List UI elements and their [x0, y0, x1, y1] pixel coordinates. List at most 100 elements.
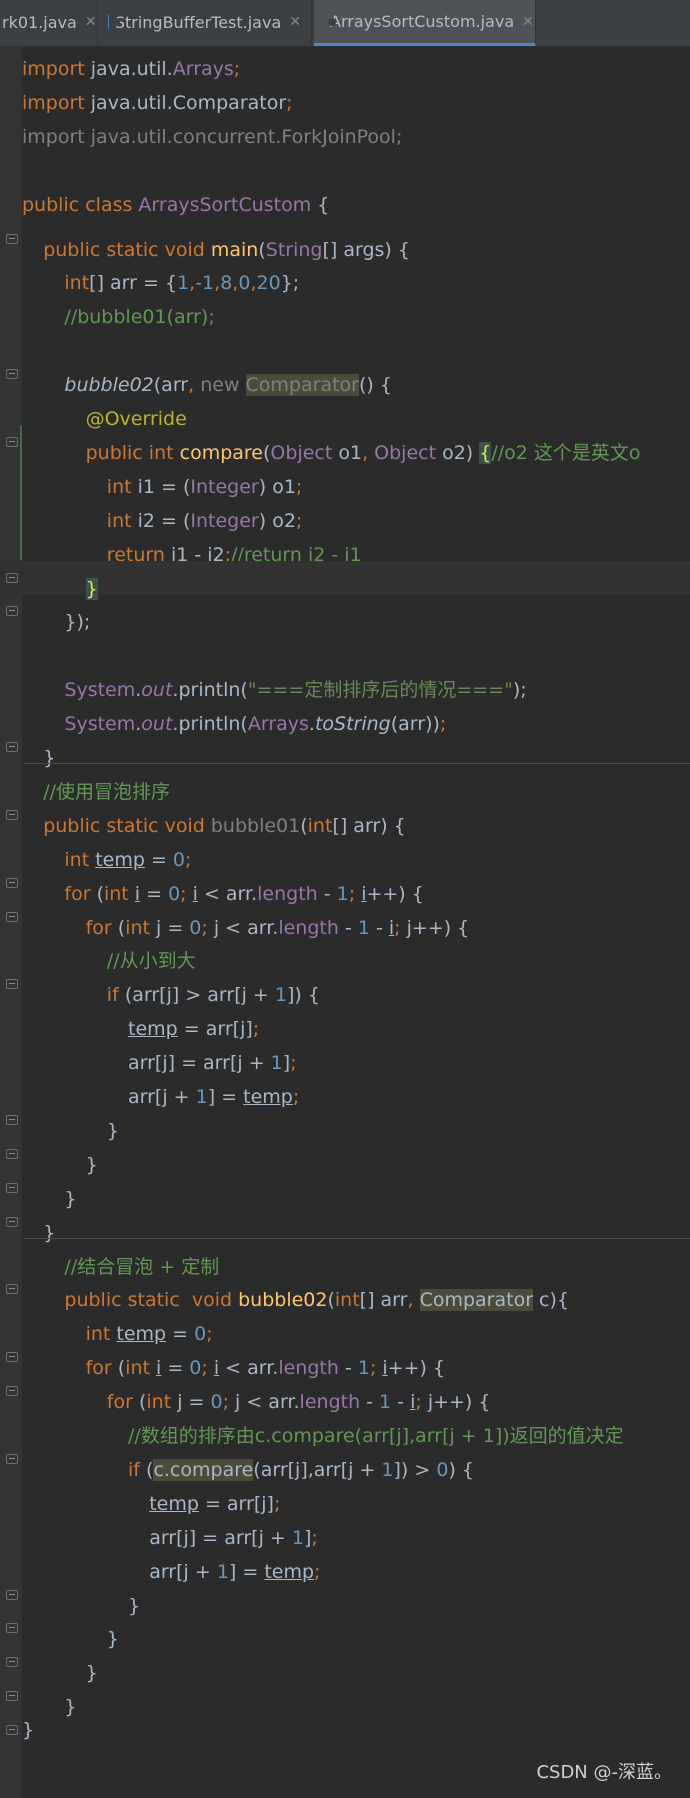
code-line[interactable]: }	[0, 1205, 690, 1244]
code-token: import java.util.concurrent.ForkJoinPool…	[22, 125, 403, 148]
code-line[interactable]: }	[0, 1611, 690, 1650]
close-icon[interactable]: ✕	[289, 14, 301, 30]
code-line[interactable]: public static void main(String[] args) {	[0, 222, 690, 261]
code-line[interactable]	[0, 323, 690, 357]
fold-toggle-icon[interactable]	[6, 1352, 18, 1363]
code-line[interactable]: }	[0, 1578, 690, 1617]
code-line[interactable]: System.out.println(Arrays.toString(arr))…	[0, 696, 690, 735]
code-line[interactable]: }	[0, 560, 690, 600]
code-line[interactable]: arr[j] = arr[j + 1];	[0, 1035, 690, 1074]
code-line[interactable]: public class ArraysSortCustom {	[0, 188, 690, 222]
code-line[interactable]: temp = arr[j];	[0, 1001, 690, 1040]
tab-arrayssortcustom[interactable]: ArraysSortCustom.java ✕	[314, 0, 536, 46]
code-line[interactable]: for (int i = 0; i < arr.length - 1; i++)…	[0, 1340, 690, 1379]
code-line[interactable]: @Override	[0, 391, 690, 430]
fold-toggle-icon[interactable]	[6, 979, 18, 990]
code-line[interactable]: if (arr[j] > arr[j + 1]) {	[0, 967, 690, 1006]
code-line[interactable]: import java.util.Arrays;	[0, 52, 690, 86]
fold-toggle-icon[interactable]	[6, 1657, 18, 1668]
code-token: }	[22, 1719, 35, 1742]
fold-toggle-icon[interactable]	[6, 1589, 18, 1600]
code-line[interactable]: for (int j = 0; j < arr.length - 1 - i; …	[0, 900, 690, 939]
fold-toggle-icon[interactable]	[6, 809, 18, 820]
fold-toggle-icon[interactable]	[6, 1148, 18, 1159]
fold-toggle-icon[interactable]	[6, 1386, 18, 1397]
fold-toggle-icon[interactable]	[6, 1453, 18, 1464]
java-class-icon	[108, 14, 118, 30]
fold-toggle-icon[interactable]	[6, 1114, 18, 1125]
code-line[interactable]: }	[0, 1645, 690, 1684]
code-token: ;	[233, 58, 241, 80]
change-marker	[20, 424, 22, 561]
code-line[interactable]: public static void bubble02(int[] arr, C…	[0, 1272, 690, 1312]
fold-toggle-icon[interactable]	[6, 1216, 18, 1227]
code-line[interactable]: }	[0, 1713, 690, 1747]
fold-toggle-icon[interactable]	[6, 742, 18, 752]
code-line[interactable]	[0, 628, 690, 662]
fold-toggle-icon[interactable]	[6, 572, 18, 583]
code-line[interactable]: }	[0, 730, 690, 769]
code-token: ;	[286, 91, 293, 114]
code-line[interactable]: if (c.compare(arr[j],arr[j + 1]) > 0) {	[0, 1442, 690, 1481]
fold-toggle-icon[interactable]	[6, 1691, 18, 1702]
code-line[interactable]: public int compare(Object o1, Object o2)…	[0, 425, 690, 464]
code-line[interactable]: import java.util.Comparator;	[0, 86, 690, 120]
fold-toggle-icon[interactable]	[6, 1182, 18, 1193]
code-token: Comparator	[172, 91, 287, 114]
tab-work01[interactable]: rk01.java ✕	[0, 0, 98, 44]
code-line[interactable]: }	[0, 1103, 690, 1142]
fold-toggle-icon[interactable]	[6, 233, 18, 244]
fold-toggle-icon[interactable]	[6, 436, 18, 447]
code-line[interactable]: System.out.println("===定制排序后的情况===");	[0, 662, 690, 701]
code-line[interactable]: int[] arr = {1,-1,8,0,20};	[0, 255, 690, 294]
code-line[interactable]: arr[j] = arr[j + 1];	[0, 1510, 690, 1549]
fold-toggle-icon[interactable]	[6, 1284, 18, 1295]
code-line[interactable]	[0, 154, 690, 188]
close-icon[interactable]: ✕	[85, 14, 97, 30]
code-line[interactable]: import java.util.concurrent.ForkJoinPool…	[0, 120, 690, 154]
code-line[interactable]: });	[0, 594, 690, 633]
code-line[interactable]: int i2 = (Integer) o2;	[0, 493, 690, 532]
fold-toggle-icon[interactable]	[6, 877, 18, 888]
code-line[interactable]: }	[0, 1679, 690, 1718]
code-line[interactable]: return i1 - i2;//return i2 - i1	[0, 527, 690, 566]
code-line[interactable]: }	[0, 1137, 690, 1176]
code-line[interactable]: for (int i = 0; i < arr.length - 1; i++)…	[0, 866, 690, 905]
code-line[interactable]: public static void bubble01(int[] arr) {	[0, 798, 690, 837]
fold-toggle-icon[interactable]	[6, 606, 18, 617]
code-line[interactable]: arr[j + 1] = temp;	[0, 1069, 690, 1108]
fold-toggle-icon[interactable]	[6, 369, 18, 380]
code-line[interactable]: for (int j = 0; j < arr.length - 1 - i; …	[0, 1374, 690, 1413]
code-line[interactable]: temp = arr[j];	[0, 1476, 690, 1515]
code-line[interactable]: //bubble01(arr);	[0, 289, 690, 328]
close-icon[interactable]: ✕	[522, 14, 534, 30]
fold-toggle-icon[interactable]	[6, 911, 18, 922]
code-line[interactable]: arr[j + 1] = temp;	[0, 1544, 690, 1583]
tab-stringbuffertest[interactable]: StringBufferTest.java ✕	[98, 0, 312, 44]
fold-toggle-icon[interactable]	[6, 1725, 18, 1736]
code-line[interactable]: bubble02(arr, new Comparator() {	[0, 357, 690, 397]
code-line[interactable]: //数组的排序由c.compare(arr[j],arr[j + 1])返回的值…	[0, 1408, 690, 1447]
code-line[interactable]: //从小到大	[0, 933, 690, 972]
code-line[interactable]: int temp = 0;	[0, 832, 690, 871]
fold-toggle-icon[interactable]	[6, 1623, 18, 1634]
code-line[interactable]: }	[0, 1171, 690, 1210]
code-line[interactable]: //使用冒泡排序	[0, 764, 690, 803]
code-line[interactable]: int temp = 0;	[0, 1306, 690, 1345]
code-line[interactable]: //结合冒泡 + 定制	[0, 1239, 690, 1278]
code-line[interactable]: int i1 = (Integer) o1;	[0, 459, 690, 498]
